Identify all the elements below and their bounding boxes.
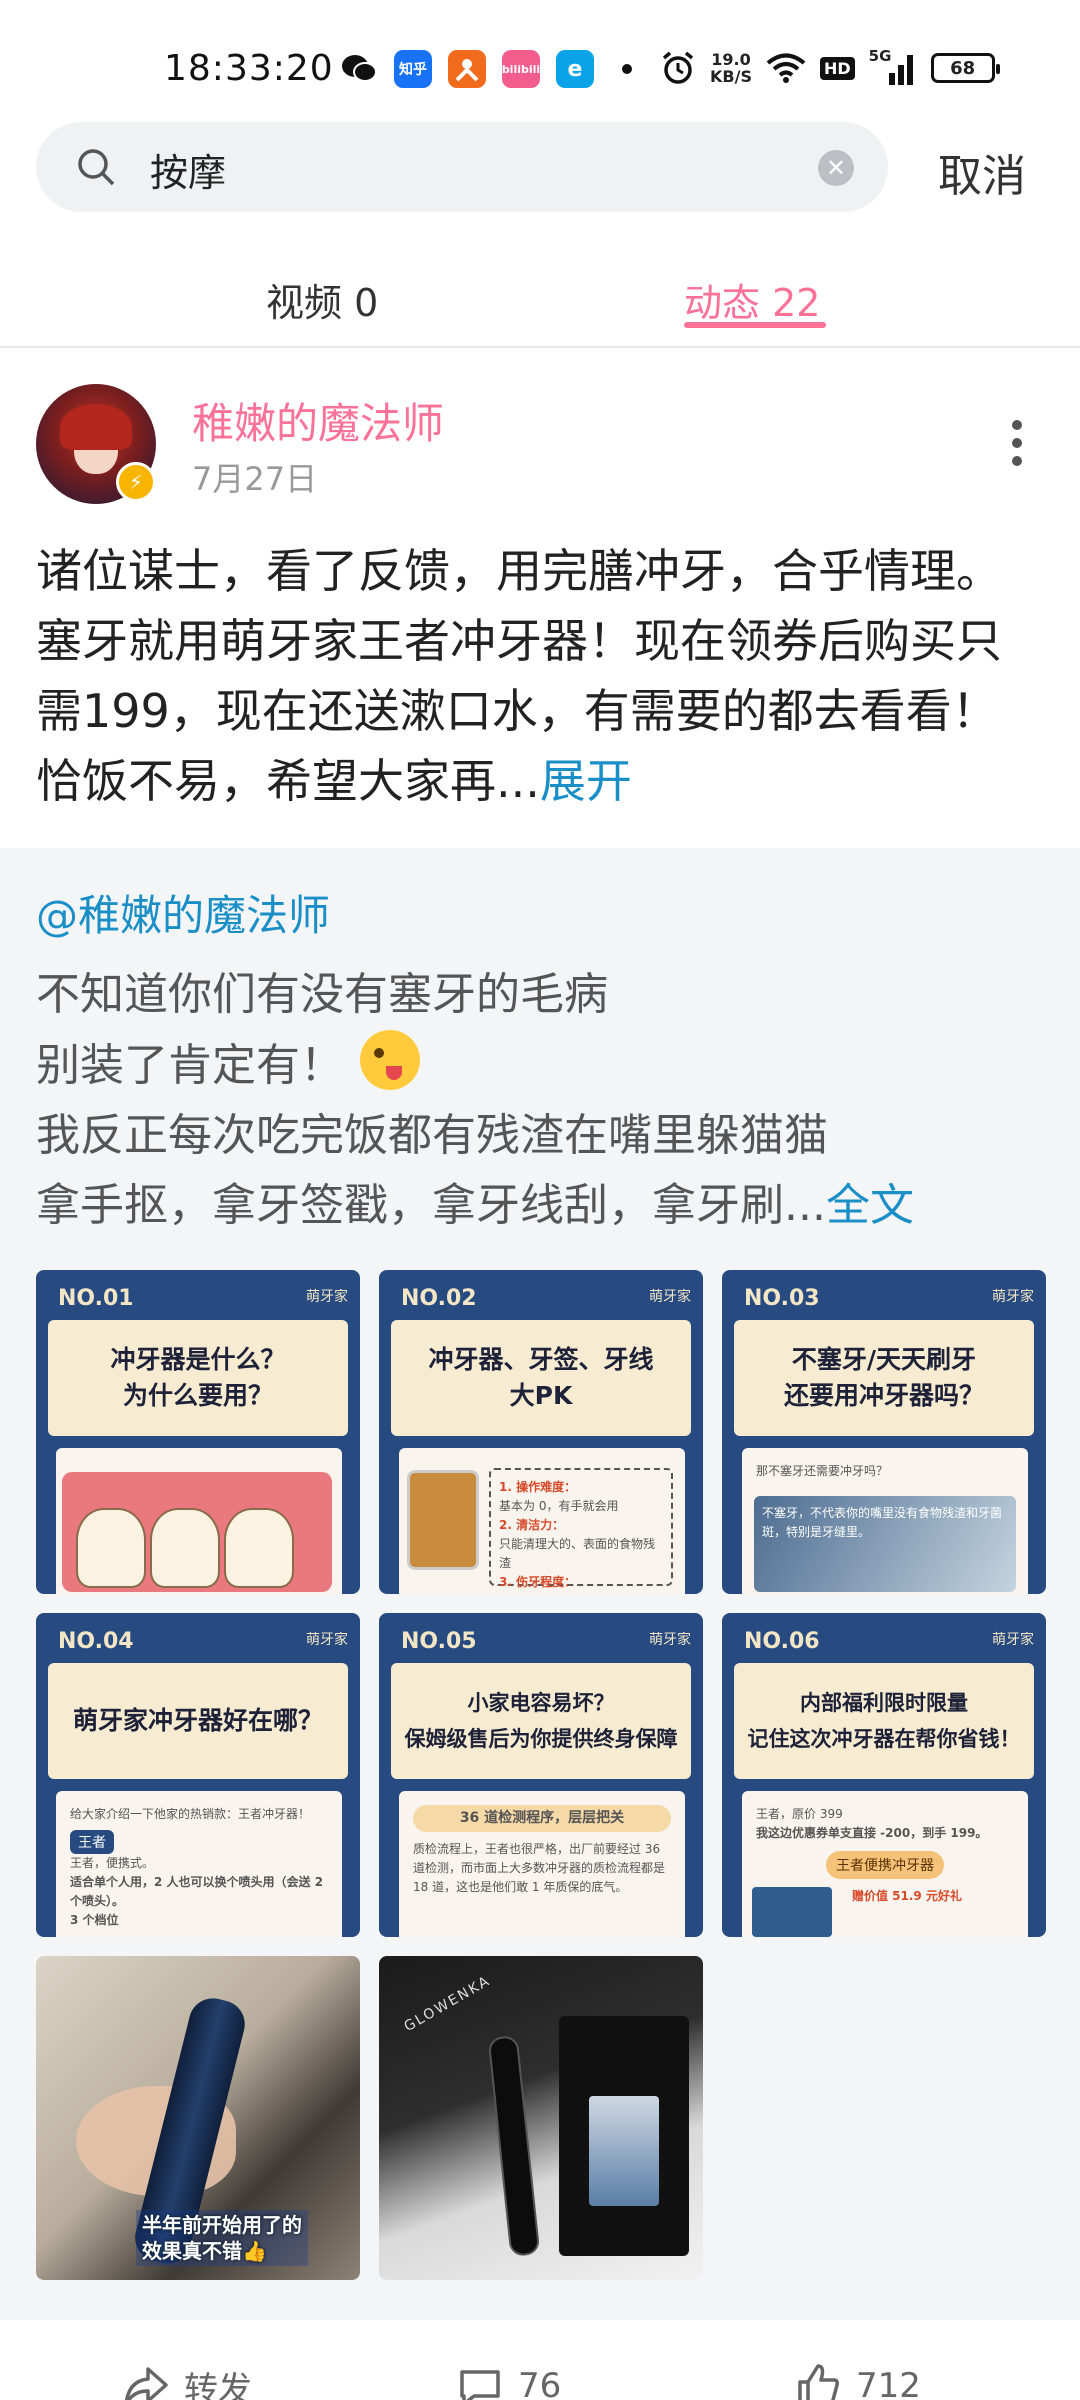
image-thumbnail-3[interactable]: NO.03 萌牙家 不塞牙/天天刷牙 还要用冲牙器吗？ 那不塞牙还需要冲牙吗？ 不… [722, 1270, 1046, 1594]
post-text[interactable]: 诸位谋士，看了反馈，用完膳冲牙，合乎情理。 塞牙就用萌牙家王者冲牙器！现在领券后… [36, 536, 1046, 816]
divider [0, 346, 1080, 348]
image-thumbnail-1[interactable]: NO.01 萌牙家 冲牙器是什么？ 为什么要用？ [36, 1270, 360, 1594]
wink-tongue-emoji-icon [360, 1030, 420, 1090]
repost-author[interactable]: @稚嫩的魔法师 [36, 882, 330, 943]
lightning-verified-icon: ⚡ [116, 462, 156, 502]
teeth-illustration [62, 1472, 332, 1592]
notification-icons: 知乎 bilibili e [340, 50, 594, 88]
status-bar: 18:33:20 知乎 bilibili e 19.0 KB/S HD 5G 68 [0, 0, 1080, 120]
cancel-button[interactable]: 取消 [938, 140, 1026, 204]
active-tab-indicator [684, 322, 826, 328]
fulltext-link[interactable]: 全文 [826, 1180, 914, 1231]
like-button[interactable]: 712 [794, 2362, 921, 2400]
net-speed: 19.0 KB/S [710, 50, 752, 86]
toothpicks-image [407, 1470, 479, 1570]
bilibili-icon: bilibili [502, 50, 540, 88]
thumbs-up-icon [798, 2364, 839, 2400]
battery-icon: 68 [930, 53, 1000, 83]
comment-button[interactable]: 76 [456, 2362, 561, 2400]
zhihu-icon: 知乎 [394, 50, 432, 88]
qidian-icon [448, 50, 486, 88]
more-notifications-dot [622, 64, 632, 74]
hd-icon: HD [819, 56, 855, 80]
wifi-icon [766, 53, 806, 83]
clear-icon[interactable]: ✕ [818, 150, 854, 186]
image-thumbnail-5[interactable]: NO.05 萌牙家 小家电容易坏？ 保姆级售后为你提供终身保障 36 道检测程序，… [379, 1613, 703, 1937]
photo-product-box[interactable]: GLOWENKA [379, 1956, 703, 2280]
search-icon [78, 149, 115, 186]
more-options-icon[interactable] [1012, 420, 1024, 466]
comment-icon [460, 2370, 500, 2400]
post-actions: 转发 76 712 [0, 2360, 1080, 2400]
tab-dynamic[interactable]: 动态 22 [684, 272, 820, 327]
share-icon [124, 2366, 168, 2400]
search-input[interactable]: 按摩 [150, 142, 710, 197]
image-thumbnail-6[interactable]: NO.06 萌牙家 内部福利限时限量 记住这次冲牙器在帮你省钱！ 王者，原价 39… [722, 1613, 1046, 1937]
search-bar[interactable]: 按摩 ✕ [36, 122, 888, 212]
author-name[interactable]: 稚嫩的魔法师 [192, 390, 444, 451]
browser-icon: e [556, 50, 594, 88]
alarm-icon [662, 51, 694, 84]
post-date: 7月27日 [192, 460, 318, 498]
wechat-icon [340, 50, 378, 88]
result-tabs: 视频 0 动态 22 [0, 260, 1080, 348]
image-thumbnail-4[interactable]: NO.04 萌牙家 萌牙家冲牙器好在哪？ 给大家介绍一下他家的热销款：王者冲牙器… [36, 1613, 360, 1937]
image-thumbnail-2[interactable]: NO.02 萌牙家 冲牙器、牙签、牙线 大PK 1. 操作难度： 基本为 0，有手… [379, 1270, 703, 1594]
system-icons: 19.0 KB/S HD 5G 68 [660, 47, 1000, 86]
repost-text: 不知道你们有没有塞牙的毛病 别装了肯定有！ 我反正每次吃完饭都有残渣在嘴里躲猫猫… [36, 969, 914, 1231]
tab-video[interactable]: 视频 0 [266, 272, 378, 327]
share-button[interactable]: 转发 [122, 2362, 252, 2400]
signal-icon: 5G [869, 47, 917, 85]
status-time: 18:33:20 [164, 48, 334, 89]
photo-water-flosser-in-hand[interactable]: 半年前开始用了的 效果真不错👍 [36, 1956, 360, 2280]
expand-link[interactable]: 展开 [540, 754, 632, 808]
